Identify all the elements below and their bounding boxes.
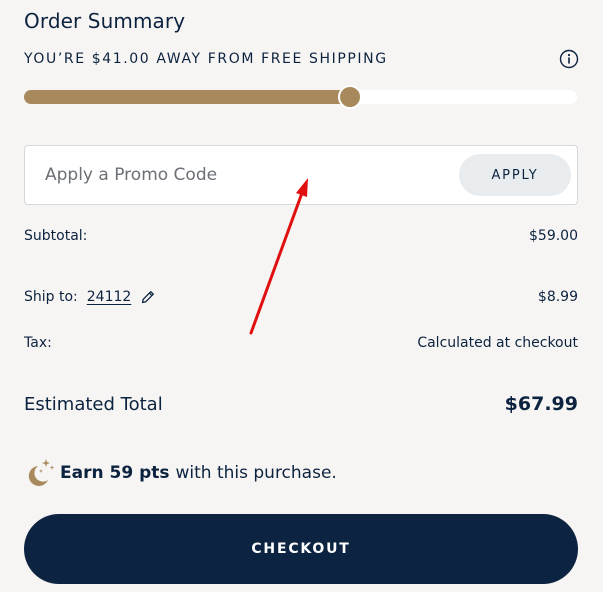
order-summary-title: Order Summary: [24, 9, 186, 33]
subtotal-row: Subtotal: $59.00: [24, 228, 578, 244]
estimated-total-label: Estimated Total: [24, 393, 163, 415]
checkout-button[interactable]: CHECKOUT: [24, 514, 578, 584]
tax-label: Tax:: [24, 335, 52, 351]
estimated-total-value: $67.99: [504, 393, 578, 415]
ship-to-label: Ship to:: [24, 289, 78, 305]
points-amount: Earn 59 pts: [60, 463, 170, 483]
free-shipping-message: YOU’RE $41.00 AWAY FROM FREE SHIPPING: [24, 51, 388, 67]
shipping-value: $8.99: [537, 289, 578, 305]
ship-zip-link[interactable]: 24112: [87, 289, 132, 305]
promo-code-box: APPLY: [24, 145, 578, 205]
tax-row: Tax: Calculated at checkout: [24, 335, 578, 351]
estimated-total-row: Estimated Total $67.99: [24, 393, 578, 415]
progress-knob: [338, 85, 363, 109]
tax-value: Calculated at checkout: [417, 335, 578, 351]
pencil-icon[interactable]: [140, 289, 156, 305]
promo-code-input[interactable]: [45, 160, 445, 190]
points-suffix: with this purchase.: [175, 463, 337, 483]
subtotal-label: Subtotal:: [24, 228, 88, 244]
subtotal-value: $59.00: [529, 228, 578, 244]
progress-fill: [24, 90, 351, 104]
rewards-points-message: Earn 59 pts with this purchase.: [24, 457, 337, 489]
free-shipping-progress-bar: [24, 85, 577, 109]
ship-to-group: Ship to: 24112: [24, 289, 156, 305]
apply-promo-button[interactable]: APPLY: [459, 154, 571, 196]
info-icon[interactable]: [559, 49, 579, 69]
moon-stars-icon: [28, 459, 55, 486]
shipping-row: Ship to: 24112 $8.99: [24, 289, 578, 305]
